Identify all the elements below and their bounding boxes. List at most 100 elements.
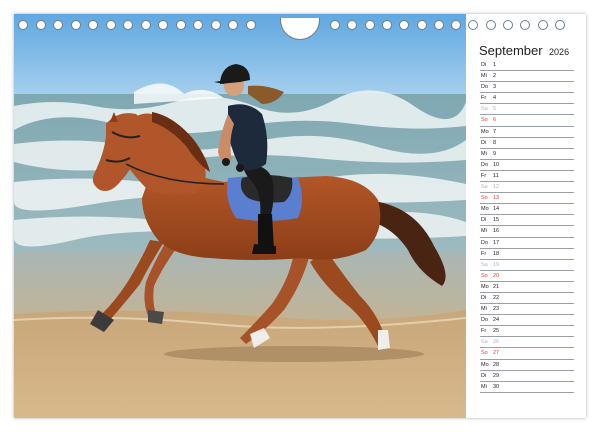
day-row: Do 17 [480,238,574,249]
binding-hole [228,20,238,30]
day-row: Di 22 [480,293,574,305]
day-number: 20 [493,272,500,279]
weekday-label: Mi [481,73,487,80]
day-row: Di 15 [480,215,574,227]
day-row: So 27 [480,348,574,360]
weekday-label: So [481,272,488,279]
weekday-label: Do [481,317,489,324]
day-row: Di 29 [480,371,574,382]
weekday-label: Fr [481,172,487,179]
binding-hole [399,20,410,30]
day-number: 17 [493,239,500,246]
weekday-label: Fr [481,95,487,102]
day-row: Di 1 [480,60,574,72]
day-number: 16 [493,228,500,235]
day-row: Mo 21 [480,282,574,293]
day-number: 27 [493,350,500,357]
weekday-label: Mi [481,150,487,157]
day-row: Sa 19 [480,260,574,271]
weekday-label: Mi [481,306,487,313]
day-number: 8 [493,139,497,146]
binding-hole [193,20,203,30]
weekday-label: Di [481,139,487,146]
day-number: 5 [493,106,497,113]
binding-hole [35,20,46,30]
binding-hole [123,20,133,30]
weekday-label: Fr [481,250,487,257]
binding-hole [381,20,392,30]
weekday-label: Sa [481,106,488,113]
day-number: 4 [493,95,497,102]
day-row: So 20 [480,271,574,282]
day-row: Mi 2 [480,71,574,83]
weekday-label: Do [481,239,489,246]
day-number: 30 [493,383,500,390]
weekday-label: Mo [481,361,489,368]
calendar-sidebar: September 2026 Di 1 Mi 2 Do 3 Fr 4 Sa 5 So 6 Mo 7 Di 8 M… [469,14,586,418]
spiral-binding [14,18,586,40]
day-number: 7 [493,128,497,135]
weekday-label: Mo [481,206,489,213]
binding-hole [158,20,168,30]
binding-hole [88,20,98,30]
weekday-label: So [481,117,488,124]
day-number: 12 [493,184,500,191]
year-label: 2026 [549,47,570,57]
binding-hole [210,20,221,30]
binding-hole [330,20,340,30]
day-number: 2 [493,73,497,80]
binding-hole [520,20,531,30]
binding-hole [537,20,548,30]
day-row: Sa 26 [480,337,574,349]
day-row: Mi 16 [480,226,574,238]
binding-hole [175,20,186,30]
day-row: Sa 5 [480,104,574,116]
weekday-label: Di [481,294,487,301]
weekday-label: Sa [481,184,488,191]
binding-hole [245,20,256,30]
day-row: Mi 30 [480,382,574,393]
weekday-label: So [481,195,488,202]
weekday-label: Fr [481,328,487,335]
day-number: 25 [493,328,500,335]
day-number: 6 [493,117,497,124]
binding-hole [433,20,444,30]
day-row: Do 10 [480,160,574,171]
day-row: Fr 25 [480,326,574,338]
day-row: Mo 14 [480,204,574,216]
day-number: 14 [493,206,500,213]
day-number: 24 [493,317,500,324]
weekday-label: Sa [481,261,488,268]
binding-hole [416,20,427,30]
day-row: Mo 7 [480,127,574,138]
binding-hole [18,20,28,30]
binding-hole [70,20,81,30]
day-number: 28 [493,361,500,368]
day-number: 19 [493,261,500,268]
day-number: 26 [493,339,500,346]
day-row: Fr 18 [480,249,574,260]
binding-hole [53,20,63,30]
weekday-label: Mo [481,128,489,135]
weekday-label: Di [481,217,487,224]
day-row: Sa 12 [480,182,574,194]
day-row: So 6 [480,115,574,127]
day-number: 18 [493,250,500,257]
weekday-label: Do [481,84,489,91]
day-number: 9 [493,150,497,157]
day-number: 1 [493,62,497,68]
binding-hole [347,20,358,30]
weekday-label: Mi [481,383,487,390]
month-name: September [479,43,543,58]
day-row: Do 3 [480,82,574,94]
day-row: Di 8 [480,138,574,149]
binding-hole [503,20,513,30]
weekday-label: Mi [481,228,487,235]
day-row: Fr 11 [480,171,574,183]
day-number: 11 [493,172,499,179]
weekday-label: Di [481,372,487,379]
calendar-page: September 2026 Di 1 Mi 2 Do 3 Fr 4 Sa 5 So 6 Mo 7 Di 8 M… [14,14,586,418]
binding-hole [140,20,151,30]
day-number: 10 [493,161,500,168]
day-number: 29 [493,372,500,379]
